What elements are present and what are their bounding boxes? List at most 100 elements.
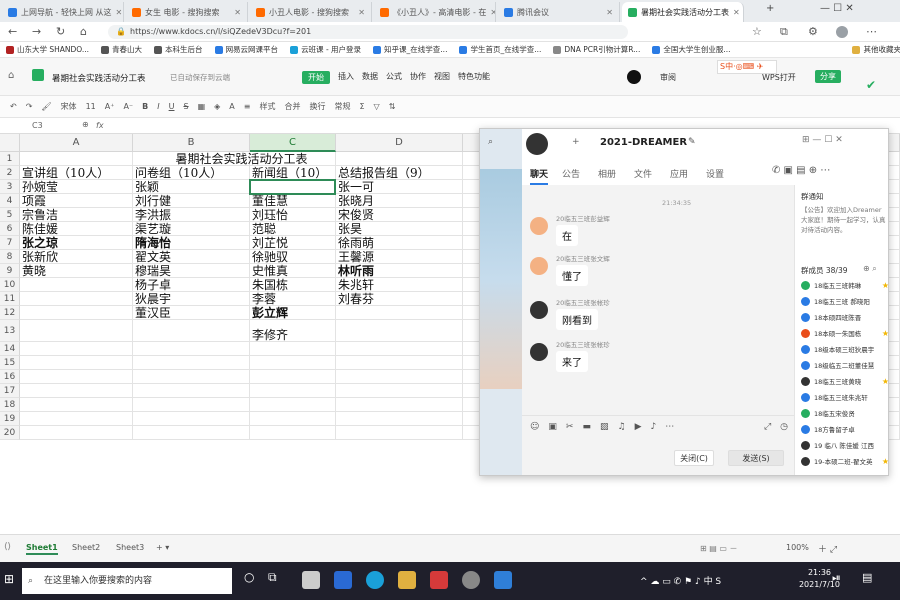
browser-tab[interactable]: 女生 电影 - 搜狗搜索 ✕ [126,2,248,22]
select-all-corner[interactable] [0,134,20,152]
member-name-cell[interactable]: 王馨源 [338,250,374,264]
grid-cell[interactable] [133,370,250,384]
underline-button[interactable]: U [169,102,175,111]
column-header-c[interactable]: C [250,134,336,152]
zoom-cell-icon[interactable]: ⊕ [82,120,89,129]
member-name-cell[interactable]: 黄晓 [22,264,46,278]
emoji-icon[interactable]: ☺ [530,422,539,432]
row-header[interactable]: 15 [0,356,20,370]
forward-icon[interactable]: → [32,25,41,38]
member-name-cell[interactable]: 刘春芬 [338,292,374,306]
tab-apps[interactable]: 应用 [670,167,688,180]
member-name-cell[interactable]: 张之琼 [22,236,58,250]
bookmark-item[interactable]: DNA PCR引物计算R... [553,44,640,55]
app-icon[interactable] [462,571,480,589]
close-icon[interactable]: ✕ [234,8,241,17]
grid-cell[interactable] [336,356,463,370]
member-row[interactable]: 18临五三班朱兆轩 [801,389,888,405]
member-name-cell[interactable]: 宋俊贤 [338,208,374,222]
cell-reference[interactable]: C3 [32,121,43,130]
member-name-cell[interactable]: 林听雨 [338,264,374,278]
member-row[interactable]: 18本硕一朱国栋 ★ [801,325,888,341]
wps-icon[interactable] [430,571,448,589]
document-title[interactable]: 暑期社会实践活动分工表 [52,72,146,84]
style-button[interactable]: 样式 [259,101,275,112]
grid-cell[interactable] [250,356,336,370]
member-name-cell[interactable]: 隋海怡 [135,236,171,250]
bookmark-item[interactable]: 网易云网课平台 [214,44,278,55]
collections-icon[interactable]: ⧉ [780,25,788,39]
grid-cell[interactable] [20,306,133,320]
meeting-icon[interactable] [494,571,512,589]
grid-cell[interactable] [336,398,463,412]
member-name-cell[interactable]: 杨子卓 [135,278,171,292]
grid-cell[interactable] [336,306,463,320]
grid-cell[interactable] [250,384,336,398]
wps-open-button[interactable]: WPS打开 [762,72,796,83]
refresh-icon[interactable]: ↻ [56,25,65,38]
cortana-icon[interactable]: ○ [244,570,254,584]
close-icon[interactable]: ✕ [116,8,123,17]
close-button[interactable]: 关闭(C) [674,450,714,466]
font-size-select[interactable]: 11 [86,102,96,111]
row-header[interactable]: 8 [0,250,20,264]
menu-item[interactable]: 数据 [362,71,378,84]
member-name-cell[interactable]: 彭立辉 [252,306,288,320]
edge-icon[interactable] [366,571,384,589]
music-icon[interactable]: ♫ [617,422,625,432]
member-row[interactable]: 19 临八 陈佳媛 江西 [801,437,888,453]
message-bubble[interactable]: 在 [556,225,578,246]
sheet-tab-2[interactable]: Sheet2 [72,543,100,552]
grid-cell[interactable] [336,412,463,426]
member-name-cell[interactable]: 董汉臣 [135,306,171,320]
grid-cell[interactable] [20,278,133,292]
history-icon[interactable]: ◷ [780,422,788,432]
row-header[interactable]: 9 [0,264,20,278]
grid-cell[interactable] [20,384,133,398]
fx-label[interactable]: fx [96,121,104,130]
home-icon[interactable]: ⌂ [80,25,87,38]
view-mode-icons[interactable]: ⊞ ▤ ▭ － [700,543,737,554]
member-name-cell[interactable]: 张晓月 [338,194,374,208]
member-row[interactable]: 18级本硕三班狄晨宇 [801,341,888,357]
scissors-icon[interactable]: ✂ [566,422,574,432]
grid-cell[interactable] [336,342,463,356]
grid-cell[interactable] [250,342,336,356]
filter-icon[interactable]: ▽ [374,102,380,111]
member-name-cell[interactable]: 张颖 [135,180,159,194]
menu-item[interactable]: 协作 [410,71,426,84]
edit-icon[interactable]: ✎ [688,137,696,147]
grid-cell[interactable] [20,292,133,306]
grid-cell[interactable] [133,412,250,426]
menu-item[interactable]: 开始 [302,71,330,84]
member-name-cell[interactable]: 陈佳媛 [22,222,58,236]
row-header[interactable]: 20 [0,426,20,440]
bookmark-item[interactable]: 云班课 - 用户登录 [290,44,361,55]
grid-cell[interactable] [20,412,133,426]
row-header[interactable]: 7 [0,236,20,250]
column-header-d[interactable]: D [336,134,463,152]
folder-icon[interactable]: ▬ [582,422,591,432]
bookmark-item[interactable]: 其他收藏夹 [852,44,900,55]
selected-cell[interactable] [249,179,336,195]
message-bubble[interactable]: 刚看到 [556,309,598,330]
task-view-icon[interactable]: ⧉ [268,570,277,585]
member-row[interactable]: 18临五三班 郝晓阳 [801,293,888,309]
font-family-select[interactable]: 宋体 [61,101,77,112]
menu-item[interactable]: 公式 [386,71,402,84]
grid-cell[interactable] [20,370,133,384]
message-bubble[interactable]: 懂了 [556,265,588,286]
mail-icon[interactable] [334,571,352,589]
member-name-cell[interactable]: 李蓉 [252,292,276,306]
image-icon[interactable]: ▨ [600,422,609,432]
row-header[interactable]: 4 [0,194,20,208]
border-icon[interactable]: ▦ [198,102,206,111]
tab-chat[interactable]: 聊天 [530,167,549,185]
row-header[interactable]: 13 [0,320,20,342]
message-input[interactable]: 关闭(C) 发送(S) [522,437,794,475]
row-header[interactable]: 5 [0,208,20,222]
browser-tab[interactable]: 小丑人电影 - 搜狗搜索 ✕ [250,2,372,22]
member-name-cell[interactable]: 穆瑞昊 [135,264,171,278]
notice-text[interactable]: 【公告】欢迎加入Dreamer大家庭！期待一起学习，认真对待活动内容。 [801,205,887,235]
member-name-cell[interactable]: 张一可 [338,180,374,194]
